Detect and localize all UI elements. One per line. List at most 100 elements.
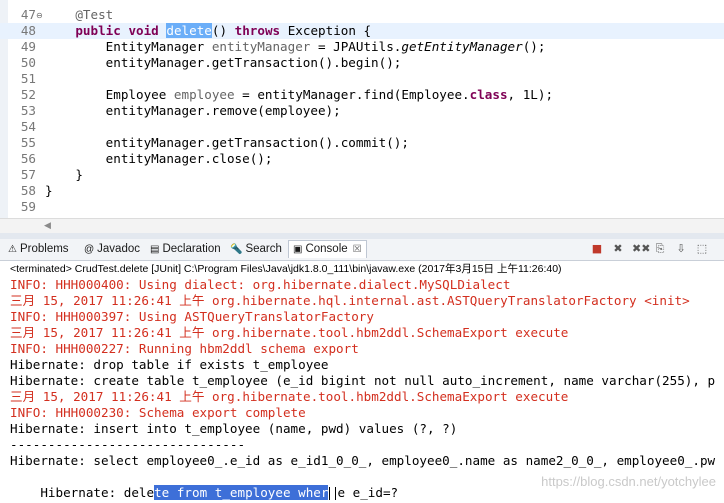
console-line: INFO: HHH000227: Running hbm2ddl schema … [10, 341, 359, 356]
code-line[interactable]: 53 entityManager.remove(employee); [0, 103, 724, 119]
remove-all-launches-icon[interactable]: ✖✖ [632, 242, 650, 256]
console-text: Hibernate: dele [40, 485, 155, 500]
code-token: entityManager [211, 39, 311, 54]
line-number: 51 [20, 71, 36, 86]
tab-label: Console [305, 243, 348, 255]
code-line[interactable]: 59 [0, 199, 724, 215]
line-number: 59 [20, 199, 36, 214]
code-token: throws [234, 23, 281, 38]
line-number: 58 [20, 183, 36, 198]
search-icon: 🔦 [230, 244, 243, 255]
tab-console[interactable]: ▣ Console ☒ [288, 240, 367, 258]
clear-console-icon[interactable]: ⎘ [653, 242, 667, 256]
line-number: 55 [20, 135, 36, 150]
code-text: } [45, 183, 53, 199]
code-token: Employee [45, 87, 174, 102]
code-token: (); [522, 39, 546, 54]
code-line[interactable]: 50 entityManager.getTransaction().begin(… [0, 55, 724, 71]
console-icon: ▣ [293, 244, 303, 255]
code-token: } [45, 183, 53, 198]
code-text: @Test [45, 7, 113, 23]
console-line: Hibernate: create table t_employee (e_id… [10, 373, 716, 388]
tab-label: Problems [19, 243, 69, 255]
line-number: 47 [20, 7, 36, 22]
code-token: employee [173, 87, 235, 102]
selected-text[interactable]: te from t_employee wher [154, 485, 329, 500]
code-token: getEntityManager [401, 39, 523, 54]
code-text: Employee employee = entityManager.find(E… [45, 87, 553, 103]
close-tab-icon[interactable]: ☒ [353, 244, 362, 255]
console-line: Hibernate: select employee0_.e_id as e_i… [10, 453, 716, 468]
console-line: Hibernate: drop table if exists t_employ… [10, 357, 329, 372]
tab-declaration[interactable]: ▤ Declaration [150, 241, 221, 258]
console-line: INFO: HHH000400: Using dialect: org.hibe… [10, 277, 511, 292]
code-token: EntityManager [45, 39, 212, 54]
line-number: 53 [20, 103, 36, 118]
code-token: = entityManager.find(Employee. [234, 87, 470, 102]
code-line[interactable]: 55 entityManager.getTransaction().commit… [0, 135, 724, 151]
code-token: } [45, 167, 83, 182]
terminate-icon[interactable]: ■ [590, 242, 604, 256]
code-token: entityManager.close(); [45, 151, 273, 166]
scroll-lock-icon[interactable]: ⇩ [674, 242, 688, 256]
code-text: } [45, 167, 83, 183]
declaration-icon: ▤ [150, 244, 160, 255]
code-line[interactable]: 58} [0, 183, 724, 199]
code-token: = JPAUtils. [310, 39, 402, 54]
code-line[interactable]: 52 Employee employee = entityManager.fin… [0, 87, 724, 103]
line-number: 54 [20, 119, 36, 134]
scroll-left-icon[interactable]: ◀ [44, 219, 51, 233]
code-text: entityManager.getTransaction().begin(); [45, 55, 402, 71]
code-line[interactable]: 54 [0, 119, 724, 135]
code-text: entityManager.remove(employee); [45, 103, 341, 119]
code-line[interactable]: 49 EntityManager entityManager = JPAUtil… [0, 39, 724, 55]
code-token: entityManager.getTransaction().begin(); [45, 55, 402, 70]
code-token: @Test [75, 7, 114, 22]
tab-label: Javadoc [97, 243, 140, 255]
tab-javadoc[interactable]: @ Javadoc [84, 241, 140, 258]
console-text: e e_id=? [337, 485, 399, 500]
line-number: 50 [20, 55, 36, 70]
code-line[interactable]: 56 entityManager.close(); [0, 151, 724, 167]
watermark: https://blog.csdn.net/yotchylee [541, 474, 716, 489]
console-line: Hibernate: insert into t_employee (name,… [10, 421, 458, 436]
code-text: entityManager.getTransaction().commit(); [45, 135, 409, 151]
code-line[interactable]: 57 } [0, 167, 724, 183]
console-line: Hibernate: delete from t_employee wher e … [10, 469, 398, 500]
remove-launch-icon[interactable]: ✖ [611, 242, 625, 256]
code-text: EntityManager entityManager = JPAUtils.g… [45, 39, 546, 55]
code-line[interactable]: 51 [0, 71, 724, 87]
line-number: 52 [20, 87, 36, 102]
code-text: public void delete() throws Exception { [45, 23, 371, 39]
code-token: () [211, 23, 235, 38]
line-number: 48 [20, 23, 36, 38]
code-editor[interactable]: 47 ⊖ @Test 48 public void delete() throws … [0, 0, 724, 218]
editor-horizontal-scrollbar[interactable]: ◀ [0, 218, 724, 233]
problems-icon: ⚠ [8, 244, 17, 255]
line-number: 56 [20, 151, 36, 166]
tab-label: Declaration [162, 243, 221, 255]
tab-label: Search [245, 243, 282, 255]
console-line: INFO: HHH000230: Schema export complete [10, 405, 306, 420]
pin-console-icon[interactable]: ⬚ [695, 242, 709, 256]
code-token: public [75, 23, 121, 38]
text-cursor-icon [329, 487, 337, 500]
code-line[interactable]: 47 ⊖ @Test [0, 7, 724, 23]
fold-icon[interactable]: ⊖ [36, 8, 43, 24]
code-token: void [128, 23, 159, 38]
code-line[interactable]: 48 public void delete() throws Exception… [0, 23, 724, 39]
console-line: 三月 15, 2017 11:26:41 上午 org.hibernate.to… [10, 389, 569, 404]
console-line: ------------------------------- [10, 437, 246, 452]
code-token: entityManager.getTransaction().commit(); [45, 135, 409, 150]
tab-search[interactable]: 🔦 Search [230, 241, 282, 258]
console-output[interactable]: INFO: HHH000400: Using dialect: org.hibe… [0, 277, 724, 503]
console-line: 三月 15, 2017 11:26:41 上午 org.hibernate.hq… [10, 293, 690, 308]
view-tab-bar: ⚠ Problems @ Javadoc ▤ Declaration 🔦 Search ▣ Con… [0, 239, 724, 261]
code-token: , 1L); [507, 87, 554, 102]
tab-problems[interactable]: ⚠ Problems [8, 241, 69, 258]
code-token: class [469, 87, 508, 102]
code-text: entityManager.close(); [45, 151, 273, 167]
javadoc-icon: @ [84, 244, 95, 255]
